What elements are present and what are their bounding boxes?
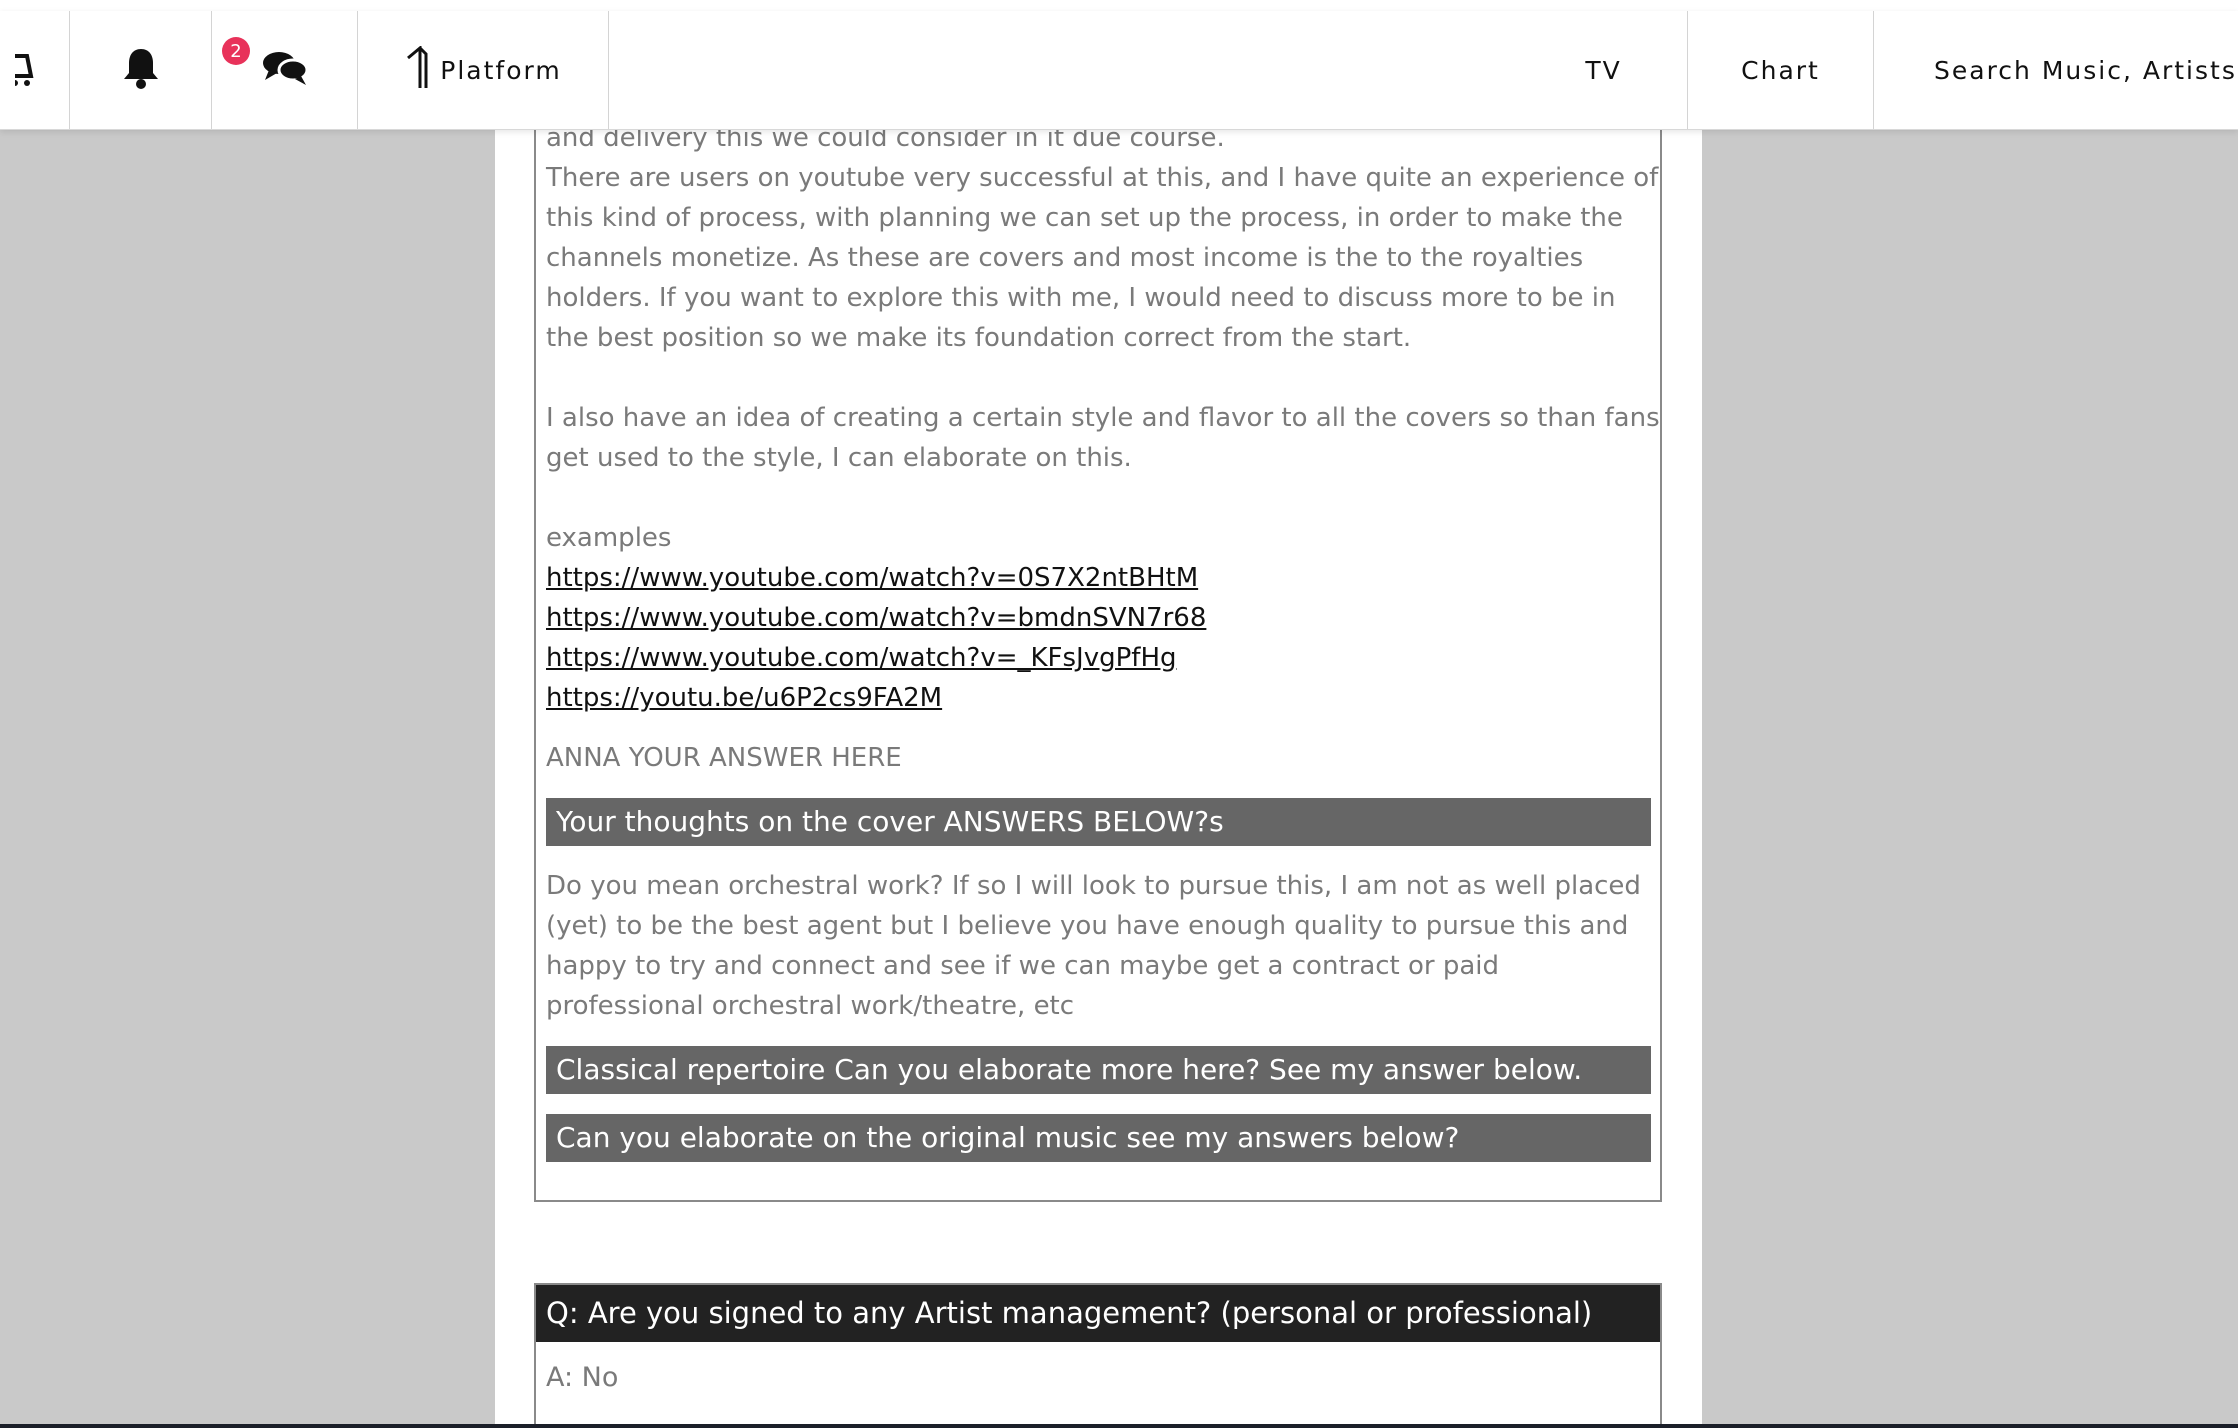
cart-button[interactable] [0,11,69,129]
paragraph-line: Do you mean orchestral work? If so I wil… [546,871,1641,901]
paragraph-line: the best position so we make its foundat… [546,323,1412,353]
bottom-edge [0,1424,2238,1428]
top-navbar: 2 Platform TV Chart Search Music, Artist… [0,11,2238,130]
search-nav-item[interactable]: Search Music, Artists and [1874,11,2238,129]
paragraph-line: professional orchestral work/theatre, et… [546,991,1075,1021]
tv-nav-item[interactable]: TV [1520,11,1687,129]
search-input[interactable]: Search Music, Artists and [1934,56,2238,85]
paragraph-line: I also have an idea of creating a certai… [546,403,1660,433]
youtube-link-4[interactable]: https://youtu.be/u6P2cs9FA2M [546,678,942,718]
cart-icon [6,48,55,92]
platform-logo-icon [404,44,430,94]
section-bar-classical: Classical repertoire Can you elaborate m… [546,1046,1651,1094]
paragraph-line: happy to try and connect and see if we c… [546,951,1500,981]
youtube-link-2[interactable]: https://www.youtube.com/watch?v=bmdnSVN7… [546,598,1206,638]
youtube-link-3[interactable]: https://www.youtube.com/watch?v=_KFsJvgP… [546,638,1177,678]
anna-answer-label: ANNA YOUR ANSWER HERE [546,743,902,773]
paragraph-line: There are users on youtube very successf… [546,163,1659,193]
answer-text: A: No [546,1362,619,1393]
tv-label: TV [1585,55,1622,85]
chart-nav-item[interactable]: Chart [1688,11,1873,129]
chart-label: Chart [1741,55,1820,85]
platform-label: Platform [440,55,562,85]
paragraph-line: holders. If you want to explore this wit… [546,283,1616,313]
section-bar-cover: Your thoughts on the cover ANSWERS BELOW… [546,798,1651,846]
paragraph-line: this kind of process, with planning we c… [546,203,1623,233]
examples-label: examples [546,523,672,553]
paragraph-line: (yet) to be the best agent but I believe… [546,911,1629,941]
youtube-link-1[interactable]: https://www.youtube.com/watch?v=0S7X2ntB… [546,558,1198,598]
platform-nav-item[interactable]: Platform [358,11,608,129]
notifications-button[interactable]: 2 [70,11,250,129]
bell-icon [120,46,162,94]
section-bar-original-music: Can you elaborate on the original music … [546,1114,1651,1162]
paragraph-line: channels monetize. As these are covers a… [546,243,1584,273]
messages-button[interactable] [212,11,357,129]
question-header: Q: Are you signed to any Artist manageme… [536,1285,1660,1342]
paragraph-line: get used to the style, I can elaborate o… [546,443,1132,473]
chat-icon [261,48,309,92]
